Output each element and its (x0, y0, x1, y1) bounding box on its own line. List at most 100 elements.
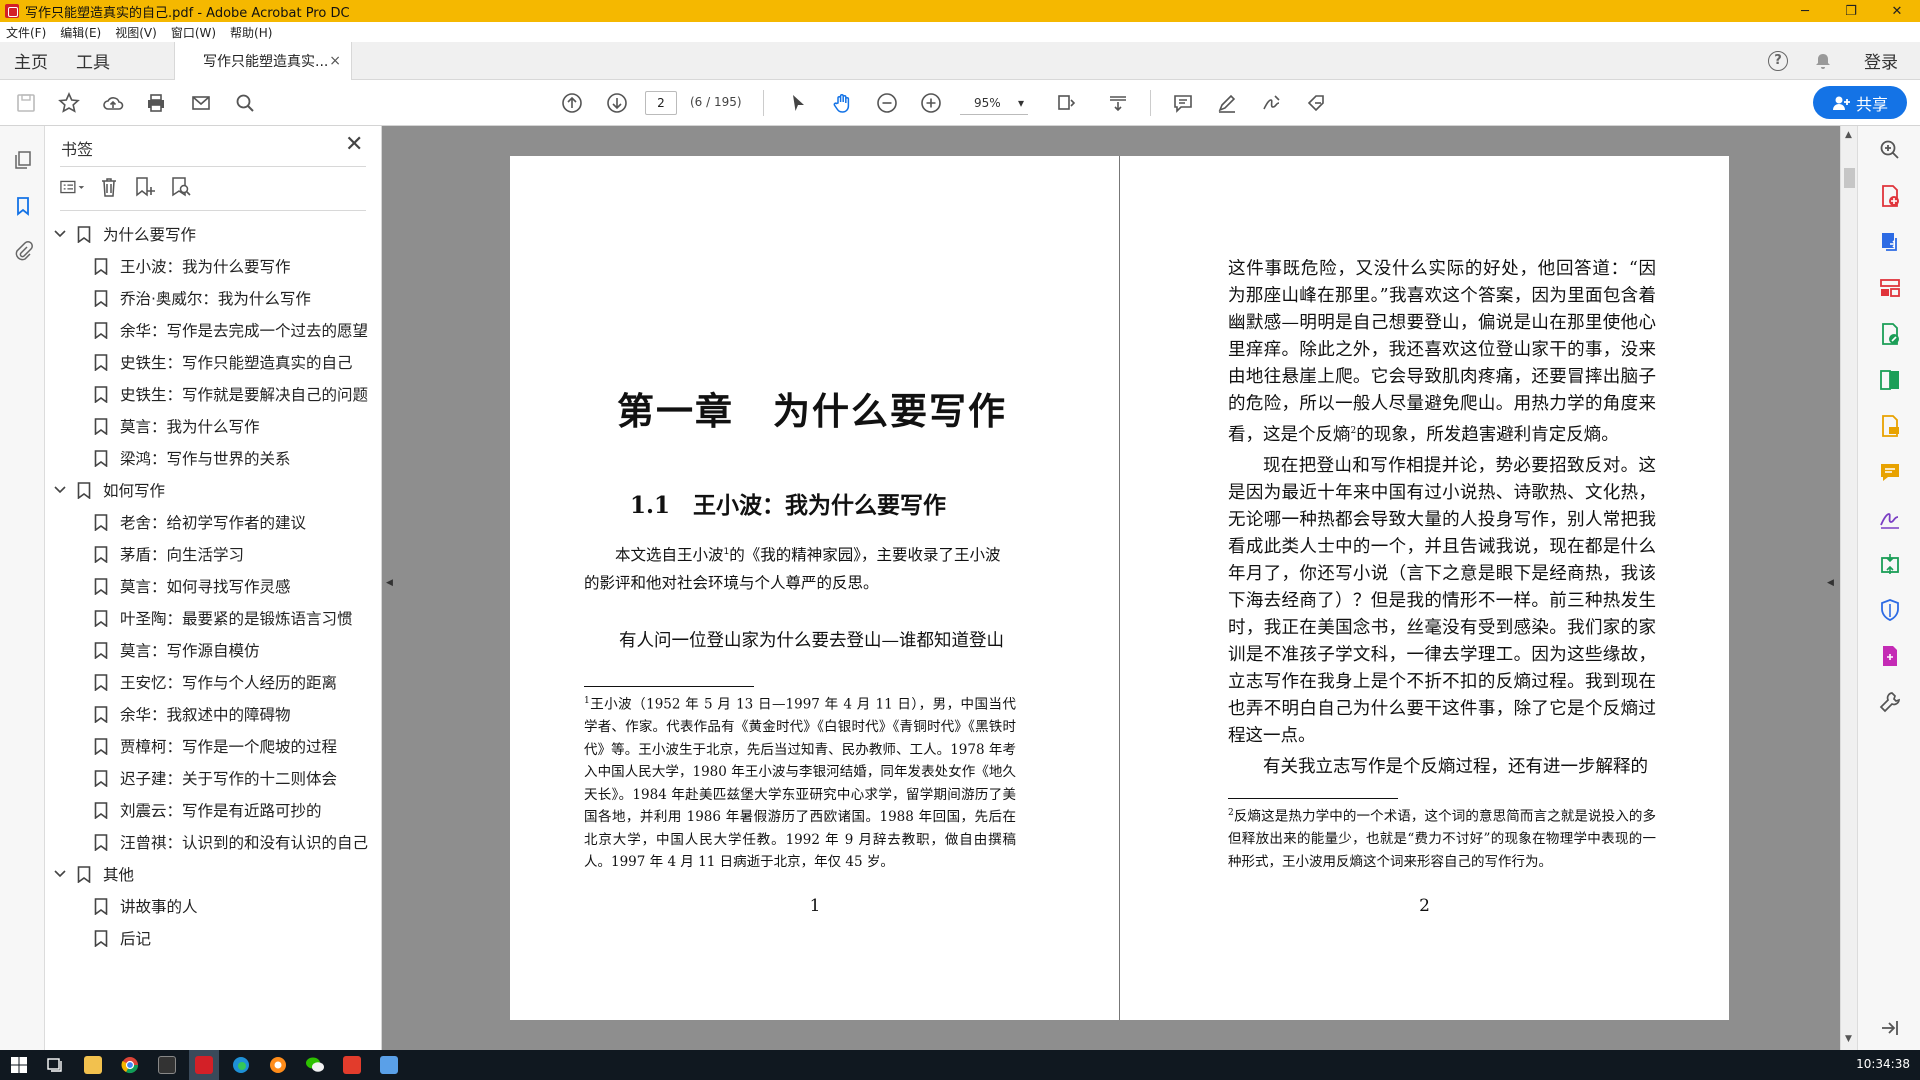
find-bookmark-icon[interactable] (168, 174, 194, 200)
chevron-down-icon[interactable] (54, 867, 70, 881)
page-thumbnails-icon[interactable] (11, 148, 35, 172)
organize-pages-icon[interactable] (1878, 276, 1902, 300)
maximize-button[interactable]: ❐ (1828, 0, 1874, 22)
new-bookmark-icon[interactable] (132, 174, 158, 200)
bookmark-item[interactable]: 叶圣陶：最要紧的是锻炼语言习惯 (45, 602, 382, 634)
browser-icon[interactable] (263, 1050, 293, 1080)
bookmark-panel-icon[interactable] (11, 194, 35, 218)
more-tools-icon[interactable] (1878, 690, 1902, 714)
email-icon[interactable] (187, 89, 215, 117)
star-icon[interactable] (55, 89, 83, 117)
acrobat-taskbar-icon[interactable] (189, 1050, 219, 1080)
scroll-thumb[interactable] (1844, 168, 1855, 188)
collapse-left-panel-icon[interactable]: ◀ (386, 578, 396, 588)
wechat-icon[interactable] (300, 1050, 330, 1080)
sign-icon[interactable] (1258, 89, 1286, 117)
close-tab-button[interactable]: × (329, 53, 341, 69)
bookmark-item[interactable]: 后记 (45, 922, 382, 954)
menu-edit[interactable]: 编辑(E) (60, 24, 101, 41)
bookmark-item[interactable]: 乔治·奥威尔：我为什么写作 (45, 282, 382, 314)
zoom-search-icon[interactable] (1878, 138, 1902, 162)
help-icon[interactable]: ? (1768, 50, 1788, 71)
bookmark-group[interactable]: 其他 (45, 858, 382, 890)
attachment-icon[interactable] (11, 239, 35, 263)
terminal-icon[interactable] (152, 1050, 182, 1080)
select-cursor-icon[interactable] (784, 89, 812, 117)
page-layout-icon[interactable] (1053, 89, 1081, 117)
compress-pdf-icon[interactable] (1878, 552, 1902, 576)
create-pdf-icon[interactable] (1878, 184, 1902, 208)
bookmark-item[interactable]: 余华：我叙述中的障碍物 (45, 698, 382, 730)
tab-document[interactable]: 写作只能塑造真实... × (174, 41, 352, 80)
cloud-upload-icon[interactable] (99, 89, 127, 117)
app-icon[interactable] (374, 1050, 404, 1080)
comment-tool-icon[interactable] (1878, 460, 1902, 484)
bookmark-item[interactable]: 王安忆：写作与个人经历的距离 (45, 666, 382, 698)
close-panel-button[interactable]: ✕ (345, 132, 363, 157)
bookmark-group[interactable]: 如何写作 (45, 474, 382, 506)
tab-tools[interactable]: 工具 (62, 42, 124, 80)
bookmark-item[interactable]: 莫言：我为什么写作 (45, 410, 382, 442)
bookmark-item[interactable]: 余华：写作是去完成一个过去的愿望 (45, 314, 382, 346)
bookmark-item[interactable]: 史铁生：写作只能塑造真实的自己 (45, 346, 382, 378)
wps-icon[interactable] (337, 1050, 367, 1080)
bookmark-item[interactable]: 老舍：给初学写作者的建议 (45, 506, 382, 538)
bookmark-group[interactable]: 为什么要写作 (45, 218, 382, 250)
scroll-down-icon[interactable]: ▼ (1845, 1034, 1852, 1044)
menu-window[interactable]: 窗口(W) (171, 24, 216, 41)
menu-view[interactable]: 视图(V) (115, 24, 157, 41)
bookmark-item[interactable]: 梁鸿：写作与世界的关系 (45, 442, 382, 474)
vertical-scrollbar[interactable]: ▲ ▼ (1840, 126, 1857, 1050)
bookmark-item[interactable]: 讲故事的人 (45, 890, 382, 922)
share-button[interactable]: 共享 (1813, 86, 1907, 119)
close-window-button[interactable]: ✕ (1874, 0, 1920, 22)
chevron-down-icon[interactable] (54, 227, 70, 241)
bookmark-item[interactable]: 刘震云：写作是有近路可抄的 (45, 794, 382, 826)
task-view-icon[interactable] (41, 1050, 71, 1080)
search-icon[interactable] (231, 89, 259, 117)
hand-tool-icon[interactable] (829, 89, 857, 117)
comment-icon[interactable] (1169, 89, 1197, 117)
collapse-tools-icon[interactable] (1878, 1016, 1902, 1040)
delete-bookmark-icon[interactable] (96, 174, 122, 200)
bookmark-item[interactable]: 王小波：我为什么要写作 (45, 250, 382, 282)
highlight-pen-icon[interactable] (1213, 89, 1241, 117)
zoom-in-icon[interactable] (917, 89, 945, 117)
scroll-mode-icon[interactable] (1104, 89, 1132, 117)
fill-sign-icon[interactable] (1878, 414, 1902, 438)
print-icon[interactable] (142, 89, 170, 117)
zoom-select[interactable]: 95% ▾ (960, 91, 1028, 115)
document-view[interactable]: ◀ 第一章 为什么要写作 1.1 王小波：我为什么要写作 本文选自王小波1的《我… (382, 126, 1840, 1050)
edit-pdf-icon[interactable] (1878, 322, 1902, 346)
windows-start-icon[interactable] (4, 1050, 34, 1080)
share-file-icon[interactable] (1302, 89, 1330, 117)
minimize-button[interactable]: ─ (1782, 0, 1828, 22)
bookmark-item[interactable]: 茅盾：向生活学习 (45, 538, 382, 570)
scroll-up-icon[interactable]: ▲ (1845, 130, 1852, 140)
bookmark-options-icon[interactable] (60, 174, 86, 200)
zoom-out-icon[interactable] (873, 89, 901, 117)
combine-files-icon[interactable] (1878, 368, 1902, 392)
chevron-down-icon[interactable] (54, 483, 70, 497)
edge-icon[interactable] (226, 1050, 256, 1080)
bookmark-item[interactable]: 贾樟柯：写作是一个爬坡的过程 (45, 730, 382, 762)
bookmark-item[interactable]: 汪曾祺：认识到的和没有认识的自己 (45, 826, 382, 858)
save-icon[interactable] (12, 89, 40, 117)
bell-icon[interactable] (1812, 50, 1834, 72)
bookmark-item[interactable]: 史铁生：写作就是要解决自己的问题 (45, 378, 382, 410)
menu-help[interactable]: 帮助(H) (230, 24, 272, 41)
chrome-icon[interactable] (115, 1050, 145, 1080)
collapse-right-panel-icon[interactable]: ◀ (1827, 578, 1837, 588)
next-page-icon[interactable] (603, 89, 631, 117)
bookmark-item[interactable]: 莫言：如何寻找写作灵感 (45, 570, 382, 602)
protect-icon[interactable] (1878, 598, 1902, 622)
tab-home[interactable]: 主页 (0, 42, 62, 80)
prepare-form-icon[interactable] (1878, 644, 1902, 668)
login-link[interactable]: 登录 (1864, 48, 1898, 73)
request-signature-icon[interactable] (1878, 506, 1902, 530)
bookmark-item[interactable]: 迟子建：关于写作的十二则体会 (45, 762, 382, 794)
file-explorer-icon[interactable] (78, 1050, 108, 1080)
bookmark-item[interactable]: 莫言：写作源自模仿 (45, 634, 382, 666)
previous-page-icon[interactable] (558, 89, 586, 117)
page-number-input[interactable]: 2 (645, 91, 677, 115)
